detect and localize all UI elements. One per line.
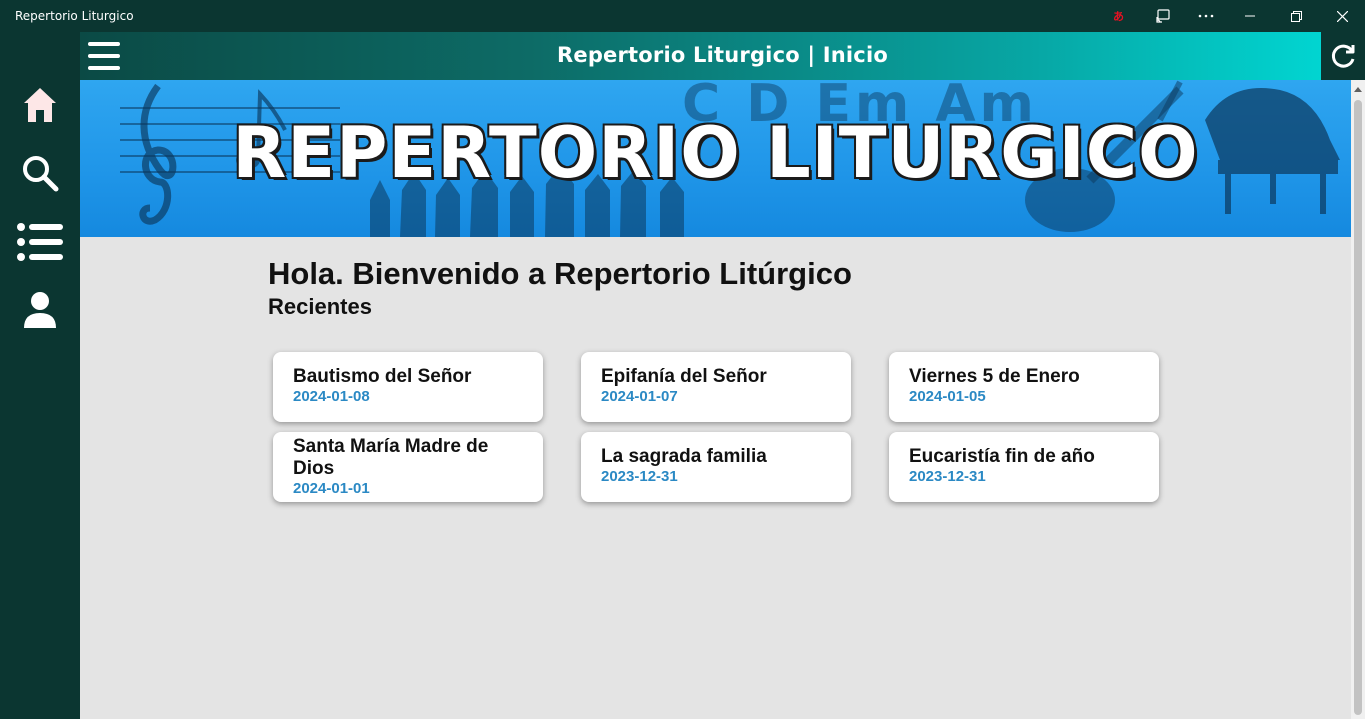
vertical-scrollbar[interactable] <box>1351 80 1365 719</box>
card-title: Bautismo del Señor <box>293 366 472 387</box>
sidebar-item-home[interactable] <box>0 73 80 137</box>
cast-icon[interactable] <box>1149 0 1177 32</box>
window-title: Repertorio Liturgico <box>15 9 134 23</box>
more-icon[interactable] <box>1190 0 1222 32</box>
page-title: Repertorio Liturgico | Inicio <box>557 43 888 67</box>
banner-title: REPERTORIO LITURGICO <box>232 112 1199 194</box>
card-date: 2024-01-07 <box>601 388 678 405</box>
card-title: Santa María Madre de Dios <box>293 436 489 479</box>
card-title: La sagrada familia <box>601 446 767 467</box>
card-date: 2023-12-31 <box>601 468 678 485</box>
recent-card[interactable]: La sagrada familia 2023-12-31 <box>581 432 851 502</box>
sidebar-item-profile[interactable] <box>0 278 80 342</box>
recent-card[interactable]: Eucaristía fin de año 2023-12-31 <box>889 432 1159 502</box>
app-header: Repertorio Liturgico | Inicio <box>80 32 1365 80</box>
user-icon <box>24 292 56 328</box>
card-date: 2024-01-05 <box>909 388 986 405</box>
sidebar-item-list[interactable] <box>0 210 80 274</box>
refresh-icon <box>1331 44 1355 68</box>
welcome-heading: Hola. Bienvenido a Repertorio Litúrgico <box>268 256 852 291</box>
close-icon[interactable] <box>1322 0 1362 32</box>
list-icon <box>17 223 63 261</box>
scroll-thumb[interactable] <box>1354 100 1362 715</box>
svg-text:あ: あ <box>1113 10 1124 23</box>
card-date: 2024-01-01 <box>293 480 370 497</box>
recent-card[interactable]: Viernes 5 de Enero 2024-01-05 <box>889 352 1159 422</box>
recent-card[interactable]: Santa María Madre de Dios 2024-01-01 <box>273 432 543 502</box>
card-date: 2024-01-08 <box>293 388 370 405</box>
card-title: Eucaristía fin de año <box>909 446 1095 467</box>
card-title: Epifanía del Señor <box>601 366 767 387</box>
main-content: C D Em Am REPERTORIO LITURGICO Hola. Bie… <box>80 80 1351 719</box>
minimize-icon[interactable] <box>1230 0 1270 32</box>
sidebar <box>0 32 80 719</box>
maximize-icon[interactable] <box>1276 0 1316 32</box>
banner: C D Em Am REPERTORIO LITURGICO <box>80 80 1351 237</box>
card-date: 2023-12-31 <box>909 468 986 485</box>
home-icon <box>24 88 56 122</box>
card-title: Viernes 5 de Enero <box>909 366 1080 387</box>
translate-icon[interactable]: あ <box>1108 0 1136 32</box>
recent-card[interactable]: Bautismo del Señor 2024-01-08 <box>273 352 543 422</box>
search-icon <box>23 156 59 192</box>
recent-heading: Recientes <box>268 294 372 319</box>
scroll-up-icon[interactable] <box>1351 80 1365 98</box>
window-titlebar: Repertorio Liturgico あ <box>0 0 1365 32</box>
sidebar-item-search[interactable] <box>0 141 80 205</box>
refresh-button[interactable] <box>1321 32 1365 80</box>
recent-card[interactable]: Epifanía del Señor 2024-01-07 <box>581 352 851 422</box>
